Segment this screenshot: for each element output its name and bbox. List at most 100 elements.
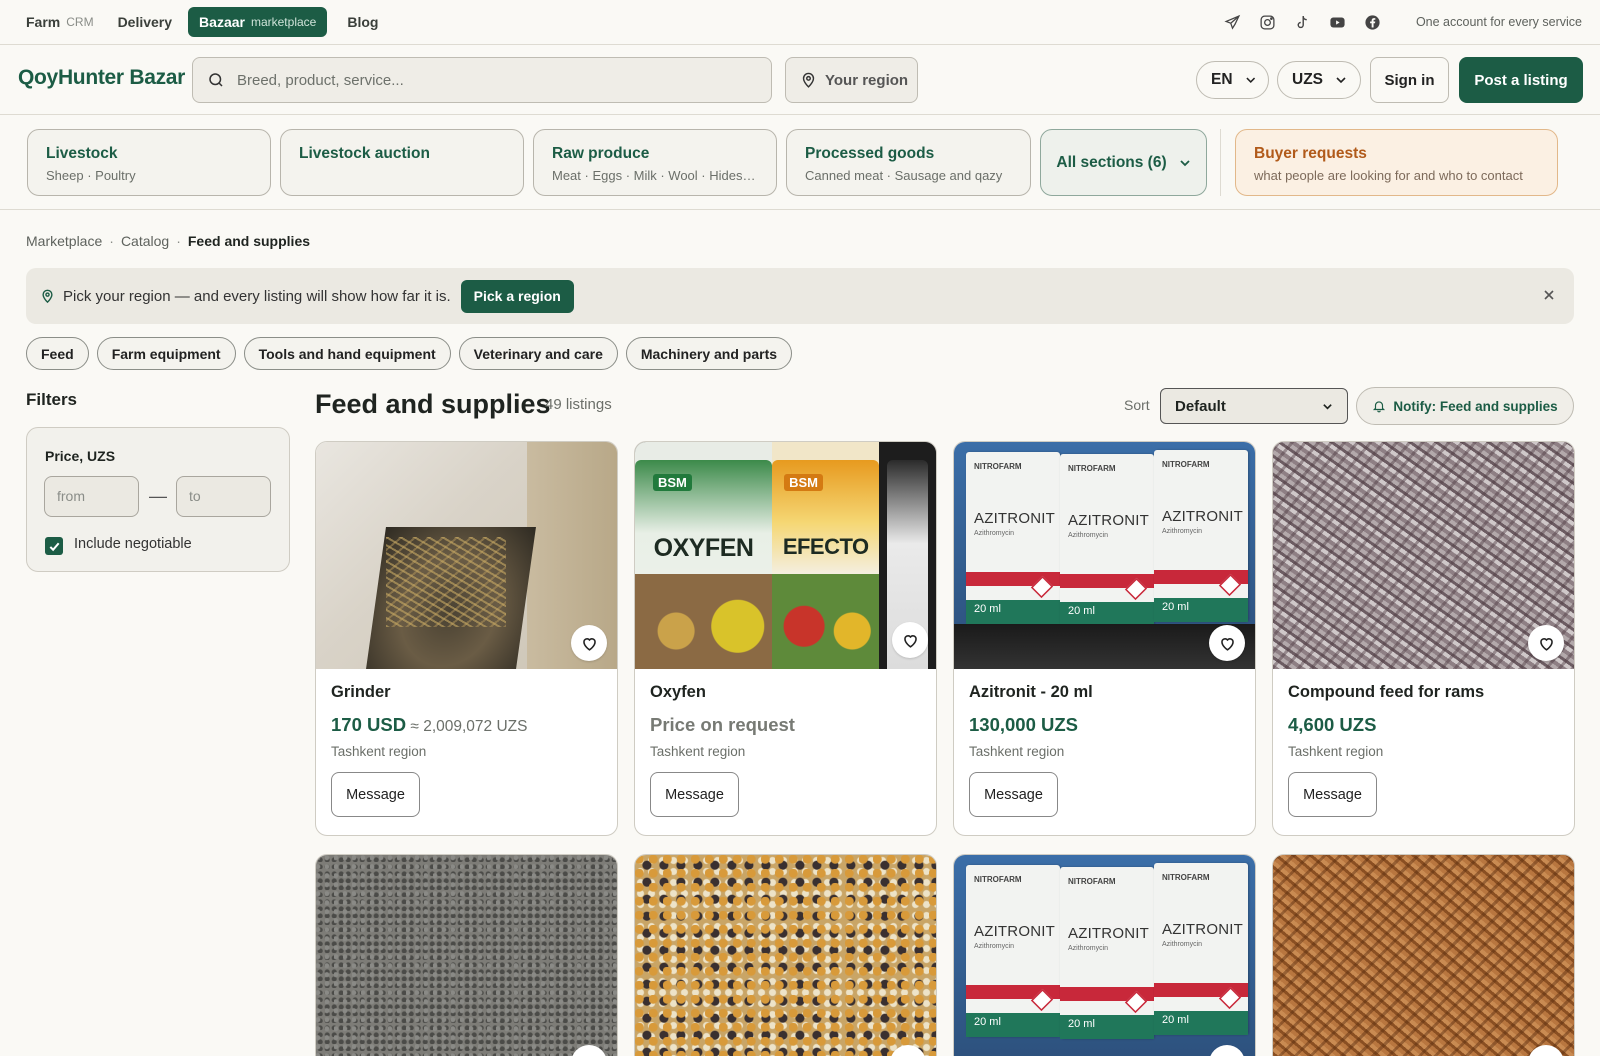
product-sub: Azithromycin [974,943,1015,950]
listing-card[interactable] [634,854,937,1056]
listing-card[interactable] [315,854,618,1056]
listing-title[interactable]: Grinder [331,683,602,702]
currency-select[interactable]: UZS [1277,61,1361,99]
location-pin-icon [42,289,53,303]
service-bazaar[interactable]: Bazaar marketplace [188,7,328,37]
search-icon [209,73,223,87]
favorite-button[interactable] [890,1045,926,1056]
divider [1220,129,1221,196]
product-brand: NITROFARM [1068,877,1116,886]
listing-photo[interactable] [1273,855,1574,1056]
listing-photo[interactable] [316,442,617,669]
tiktok-icon[interactable] [1294,13,1312,31]
search-box[interactable] [192,57,772,103]
message-button[interactable]: Message [969,772,1058,817]
chip-tools[interactable]: Tools and hand equipment [243,337,451,370]
listing-title[interactable]: Azitronit - 20 ml [969,683,1240,702]
product-brand: NITROFARM [1162,873,1210,882]
price-from-input[interactable]: from [44,476,139,517]
facebook-icon[interactable] [1364,13,1382,31]
close-icon[interactable] [1542,288,1556,302]
photo-detail: NITROFARM AZITRONIT Azithromycin 20 ml [966,452,1060,624]
service-bar: Farm CRM Delivery Bazaar marketplace Blog … [0,0,1600,45]
include-negotiable-label[interactable]: Include negotiable [74,536,192,552]
service-delivery[interactable]: Delivery [118,7,172,37]
section-livestock-auction[interactable]: Livestock auction [280,129,524,196]
listing-photo[interactable] [1273,442,1574,669]
message-button[interactable]: Message [1288,772,1377,817]
favorite-button[interactable] [1528,625,1564,661]
listing-photo[interactable]: NITROFARM AZITRONIT Azithromycin 20 ml N… [954,442,1255,669]
product-brand: NITROFARM [1068,464,1116,473]
telegram-icon[interactable] [1224,13,1242,31]
product-name: AZITRONIT [1068,512,1149,529]
price-to-input[interactable]: to [176,476,271,517]
pick-region-button[interactable]: Pick a region [460,279,574,313]
favorite-button[interactable] [1209,1045,1245,1056]
service-blog[interactable]: Blog [347,7,378,37]
message-button[interactable]: Message [331,772,420,817]
message-button[interactable]: Message [650,772,739,817]
product-name: AZITRONIT [1162,921,1243,938]
price-filter-label: Price, UZS [45,448,116,464]
chip-machinery[interactable]: Machinery and parts [625,337,793,370]
heart-icon [903,634,917,648]
listing-photo[interactable]: NITROFARM AZITRONIT Azithromycin 20 ml N… [954,855,1255,1056]
listing-card[interactable] [1272,854,1575,1056]
favorite-button[interactable] [571,1045,607,1056]
photo-detail: NITROFARM AZITRONIT Azithromycin 20 ml [1154,863,1248,1035]
section-processed-goods[interactable]: Processed goods Canned meat · Sausage an… [786,129,1031,196]
service-name: Bazaar [199,14,245,30]
post-listing-button[interactable]: Post a listing [1459,57,1583,103]
notify-button[interactable]: Notify: Feed and supplies [1356,387,1574,425]
chevron-down-icon [1179,159,1190,166]
service-farm[interactable]: Farm CRM [26,7,94,37]
search-input[interactable] [237,71,757,89]
listing-card[interactable]: NITROFARM AZITRONIT Azithromycin 20 ml N… [953,441,1256,836]
buyer-requests-card[interactable]: Buyer requests what people are looking f… [1235,129,1558,196]
breadcrumb-catalog[interactable]: Catalog [121,233,169,249]
listing-title[interactable]: Compound feed for rams [1288,683,1559,702]
product-volume: 20 ml [1162,601,1189,613]
region-notice: Pick your region — and every listing wil… [26,268,1574,324]
all-sections-button[interactable]: All sections (6) [1040,129,1207,196]
product-name: OXYFEN [653,534,754,562]
favorite-button[interactable] [571,625,607,661]
all-sections-label: All sections (6) [1056,153,1167,171]
listing-card[interactable]: BSM OXYFEN BSM EFECTO Oxyfen Price on re… [634,441,937,836]
listing-photo[interactable] [635,855,936,1056]
chip-farm-equipment[interactable]: Farm equipment [96,337,236,370]
site-logo[interactable]: QoyHunter Bazar [18,66,185,90]
section-raw-produce[interactable]: Raw produce Meat · Eggs · Milk · Wool · … [533,129,777,196]
listing-photo[interactable] [316,855,617,1056]
photo-detail [772,574,880,669]
listing-card[interactable]: NITROFARM AZITRONIT Azithromycin 20 ml N… [953,854,1256,1056]
listing-card[interactable]: Grinder 170 USD ≈ 2,009,072 UZS Tashkent… [315,441,618,836]
language-select[interactable]: EN [1196,61,1269,99]
section-livestock[interactable]: Livestock Sheep · Poultry [27,129,271,196]
sign-in-button[interactable]: Sign in [1370,57,1449,103]
results-count: 49 listings [545,396,612,413]
product-sub: Azithromycin [974,530,1015,537]
region-button[interactable]: Your region [785,57,918,103]
filters-heading: Filters [26,390,78,409]
include-negotiable-checkbox[interactable] [45,537,63,555]
chip-veterinary[interactable]: Veterinary and care [458,337,618,370]
chip-feed[interactable]: Feed [26,337,89,370]
breadcrumb-marketplace[interactable]: Marketplace [26,233,102,249]
sort-select[interactable]: Default [1160,388,1348,424]
listing-photo[interactable]: BSM OXYFEN BSM EFECTO [635,442,936,669]
social-links: One account for every service [1207,13,1582,31]
service-name: Delivery [117,14,173,30]
favorite-button[interactable] [892,622,928,658]
listing-price: 130,000 UZS [969,714,1079,735]
photo-detail [1273,855,1574,1056]
favorite-button[interactable] [1209,625,1245,661]
instagram-icon[interactable] [1259,13,1277,31]
photo-detail: BSM EFECTO [772,442,880,669]
listing-card[interactable]: Compound feed for rams 4,600 UZS Tashken… [1272,441,1575,836]
listing-region: Tashkent region [650,744,746,759]
youtube-icon[interactable] [1329,13,1347,31]
product-brand: BSM [784,474,823,491]
listing-title[interactable]: Oxyfen [650,683,921,702]
